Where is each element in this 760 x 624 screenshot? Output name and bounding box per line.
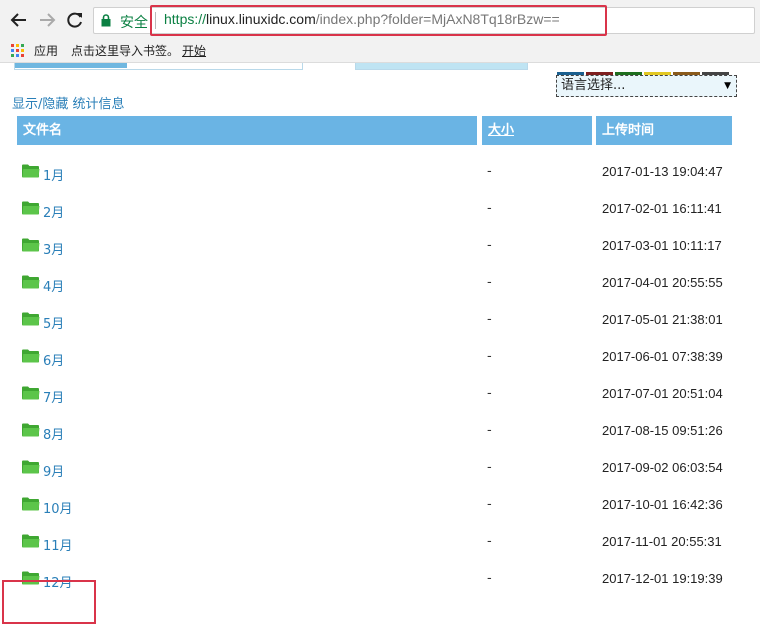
language-select[interactable]: 语言选择... ▼ [556, 75, 737, 97]
file-size: - [487, 275, 492, 290]
file-upload-time: 2017-08-15 09:51:26 [602, 423, 723, 438]
toggle-stats-link[interactable]: 显示/隐藏 统计信息 [12, 93, 125, 112]
file-size: - [487, 349, 492, 364]
folder-icon [22, 460, 40, 474]
file-size: - [487, 164, 492, 179]
file-size: - [487, 238, 492, 253]
folder-icon [22, 497, 40, 511]
table-row: 6月 - 2017-06-01 07:38:39 [0, 349, 760, 386]
folder-icon [22, 349, 40, 363]
table-row: 11月 - 2017-11-01 20:55:31 [0, 534, 760, 571]
column-header-name[interactable]: 文件名 [17, 116, 477, 145]
page-content: 语言选择... ▼ 显示/隐藏 统计信息 文件名 大小 上传时间 1月 - 2017… [0, 63, 760, 624]
file-upload-time: 2017-04-01 20:55:55 [602, 275, 723, 290]
table-row: 4月 - 2017-04-01 20:55:55 [0, 275, 760, 312]
lock-icon [101, 14, 111, 27]
file-name-link[interactable]: 8月 [43, 424, 64, 443]
file-size: - [487, 312, 492, 327]
folder-icon [22, 164, 40, 178]
file-upload-time: 2017-03-01 10:11:17 [602, 238, 722, 253]
apps-label[interactable]: 应用 [34, 42, 58, 59]
file-upload-time: 2017-07-01 20:51:04 [602, 386, 723, 401]
table-row: 1月 - 2017-01-13 19:04:47 [0, 164, 760, 201]
file-size: - [487, 497, 492, 512]
secure-label: 安全 [120, 15, 148, 31]
file-name-link[interactable]: 6月 [43, 350, 64, 369]
file-name-link[interactable]: 4月 [43, 276, 64, 295]
file-size: - [487, 386, 492, 401]
url-highlight-box [150, 5, 607, 36]
folder-icon [22, 423, 40, 437]
column-header-uploaded[interactable]: 上传时间 [596, 116, 732, 145]
back-button[interactable] [9, 10, 29, 30]
file-upload-time: 2017-12-01 19:19:39 [602, 571, 723, 586]
column-header-name-label: 文件名 [23, 123, 63, 138]
table-row: 9月 - 2017-09-02 06:03:54 [0, 460, 760, 497]
file-size: - [487, 534, 492, 549]
table-row: 5月 - 2017-05-01 21:38:01 [0, 312, 760, 349]
file-upload-time: 2017-06-01 07:38:39 [602, 349, 723, 364]
table-row: 7月 - 2017-07-01 20:51:04 [0, 386, 760, 423]
browser-toolbar: 安全 https://linux.linuxidc.com/index.php?… [0, 0, 760, 40]
folder-icon [22, 275, 40, 289]
reload-icon [67, 12, 82, 28]
table-row: 12月 -2017-12-01 19:19:39 [0, 571, 760, 608]
file-size: - [487, 423, 492, 438]
forward-button[interactable] [37, 10, 57, 30]
column-header-size[interactable]: 大小 [482, 116, 592, 145]
file-size: - [487, 460, 492, 475]
progress-fill [15, 63, 127, 68]
forward-arrow-icon [40, 13, 56, 27]
file-name-link[interactable]: 7月 [43, 387, 64, 406]
column-header-uploaded-label: 上传时间 [602, 123, 655, 138]
folder-icon [22, 201, 40, 215]
bookmarks-bar: 应用 点击这里导入书签。 开始 [0, 40, 760, 63]
table-row: 8月 - 2017-08-15 09:51:26 [0, 423, 760, 460]
file-size: - [487, 571, 492, 586]
file-upload-time: 2017-05-01 21:38:01 [602, 312, 723, 327]
table-row: 3月 - 2017-03-01 10:11:17 [0, 238, 760, 275]
file-name-link[interactable]: 9月 [43, 461, 64, 480]
folder-icon [22, 386, 40, 400]
file-name-link[interactable]: 1月 [43, 165, 64, 184]
file-upload-time: 2017-09-02 06:03:54 [602, 460, 723, 475]
file-upload-time: 2017-11-01 20:55:31 [602, 534, 722, 549]
file-name-link[interactable]: 5月 [43, 313, 64, 332]
table-row: 10月 - 2017-10-01 16:42:36 [0, 497, 760, 534]
file-name-link[interactable]: 3月 [43, 239, 64, 258]
table-row: 2月 - 2017-02-01 16:11:41 [0, 201, 760, 238]
folder-icon [22, 238, 40, 252]
back-arrow-icon [10, 13, 26, 27]
file-name-link[interactable]: 11月 [43, 535, 73, 554]
file-upload-time: 2017-01-13 19:04:47 [602, 164, 723, 179]
file-name-link[interactable]: 10月 [43, 498, 73, 517]
apps-grid-icon[interactable] [11, 44, 24, 57]
file-upload-time: 2017-02-01 16:11:41 [602, 201, 722, 216]
folder-icon [22, 312, 40, 326]
progress-widget [14, 63, 303, 70]
reload-button[interactable] [65, 10, 85, 30]
column-header-size-label: 大小 [488, 123, 515, 138]
start-import-link[interactable]: 开始 [182, 42, 206, 59]
dropdown-arrow-icon: ▼ [724, 81, 731, 91]
theme-swatches [557, 63, 731, 78]
folder-icon [22, 534, 40, 548]
import-bookmarks-text: 点击这里导入书签。 [71, 44, 180, 58]
search-widget [355, 63, 528, 70]
file-size: - [487, 201, 492, 216]
file-name-link[interactable]: 2月 [43, 202, 64, 221]
file-upload-time: 2017-10-01 16:42:36 [602, 497, 723, 512]
row-highlight-box [2, 580, 96, 624]
language-select-value: 语言选择... [561, 78, 626, 93]
